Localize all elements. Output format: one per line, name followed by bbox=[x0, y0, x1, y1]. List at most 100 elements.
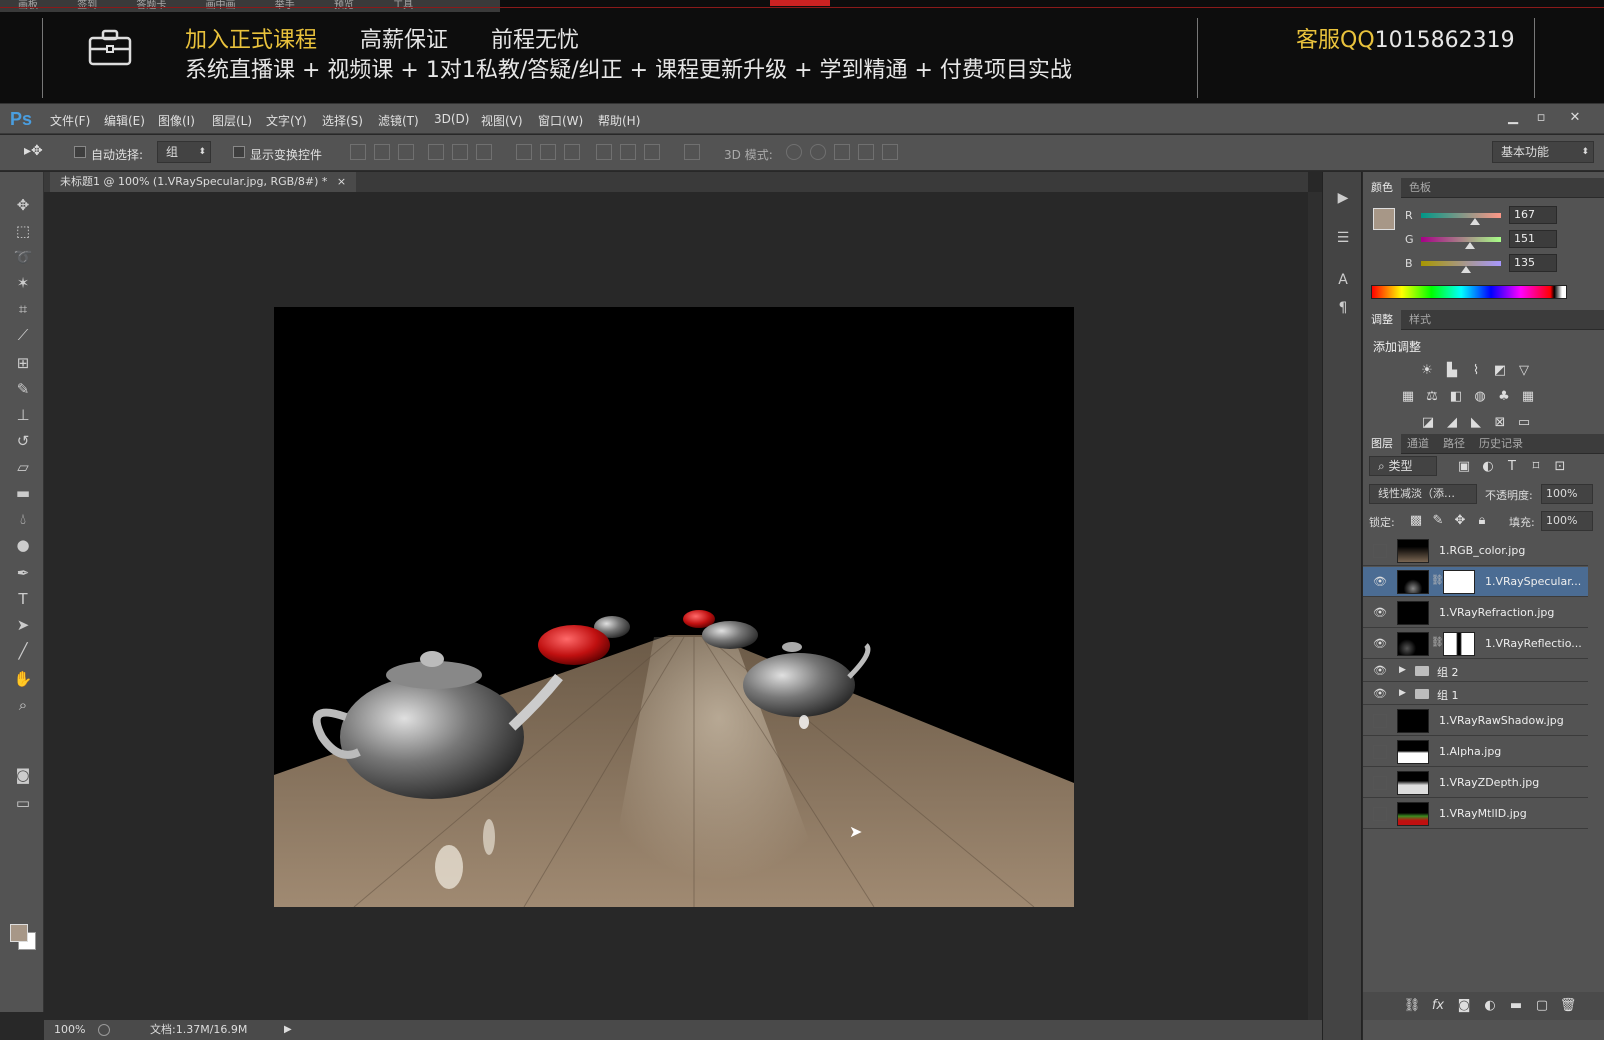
link-icon[interactable]: ⛓︎ bbox=[1431, 637, 1444, 648]
eye-icon[interactable]: 👁︎ bbox=[1373, 606, 1387, 620]
new-layer-icon[interactable]: ▢ bbox=[1533, 997, 1551, 1015]
selective-color-icon[interactable]: ⊠ bbox=[1491, 414, 1509, 432]
zoom-level[interactable]: 100% bbox=[54, 1020, 85, 1040]
gradient-map-icon[interactable]: ▭ bbox=[1515, 414, 1533, 432]
distribute-vcenter-icon[interactable] bbox=[540, 144, 556, 160]
tab-history[interactable]: 历史记录 bbox=[1471, 434, 1531, 454]
tab-swatches[interactable]: 色板 bbox=[1401, 178, 1439, 198]
trash-icon[interactable]: 🗑︎ bbox=[1559, 997, 1577, 1015]
photo-filter-icon[interactable]: ◍ bbox=[1471, 388, 1489, 406]
maximize-button[interactable]: ▫ bbox=[1528, 108, 1554, 128]
align-top-icon[interactable] bbox=[350, 144, 366, 160]
type-tool-icon[interactable]: T bbox=[12, 588, 34, 610]
quick-mask-icon[interactable]: ◙ bbox=[12, 764, 34, 786]
layer-row[interactable]: 👁︎ ⛓︎ 1.VRaySpecular... bbox=[1363, 567, 1588, 597]
layer-row[interactable]: 1.Alpha.jpg bbox=[1363, 737, 1588, 767]
distribute-bottom-icon[interactable] bbox=[564, 144, 580, 160]
lock-paint-icon[interactable]: ✎ bbox=[1429, 512, 1447, 530]
auto-select-checkbox[interactable] bbox=[74, 146, 86, 158]
strip-item-2[interactable]: 答题卡 bbox=[136, 0, 166, 11]
strip-item-3[interactable]: 画中画 bbox=[206, 0, 236, 11]
pen-tool-icon[interactable]: ✒ bbox=[12, 562, 34, 584]
document-image[interactable]: ➤ bbox=[274, 307, 1074, 907]
close-tab-icon[interactable]: × bbox=[337, 175, 346, 188]
brightness-contrast-icon[interactable]: ☀ bbox=[1418, 362, 1436, 380]
paragraph-panel-icon[interactable]: ¶ bbox=[1333, 298, 1353, 318]
menu-layer[interactable]: 图层(L) bbox=[212, 112, 252, 129]
3d-pan-icon[interactable] bbox=[834, 144, 850, 160]
vertical-scrollbar[interactable] bbox=[1308, 192, 1322, 1022]
align-right-icon[interactable] bbox=[476, 144, 492, 160]
tab-channels[interactable]: 通道 bbox=[1399, 434, 1437, 454]
path-select-icon[interactable]: ➤ bbox=[12, 614, 34, 636]
menu-3d[interactable]: 3D(D) bbox=[434, 112, 469, 126]
clone-stamp-icon[interactable]: ⊥ bbox=[12, 404, 34, 426]
align-bottom-icon[interactable] bbox=[398, 144, 414, 160]
canvas-area[interactable]: ➤ bbox=[44, 192, 1308, 1012]
red-slider[interactable] bbox=[1421, 213, 1501, 218]
new-adjustment-icon[interactable]: ◐ bbox=[1481, 997, 1499, 1015]
layer-visibility-toggle[interactable] bbox=[1373, 544, 1387, 558]
lock-position-icon[interactable]: ✥ bbox=[1451, 512, 1469, 530]
line-tool-icon[interactable]: ╱ bbox=[12, 640, 34, 662]
menu-help[interactable]: 帮助(H) bbox=[598, 112, 640, 129]
distribute-hcenter-icon[interactable] bbox=[620, 144, 636, 160]
color-spectrum-bar[interactable] bbox=[1371, 285, 1567, 299]
green-slider[interactable] bbox=[1421, 237, 1501, 242]
brush-tool-icon[interactable]: ✎ bbox=[12, 378, 34, 400]
status-menu-arrow-icon[interactable]: ▶ bbox=[284, 1020, 292, 1040]
eraser-tool-icon[interactable]: ▱ bbox=[12, 456, 34, 478]
dodge-tool-icon[interactable]: ● bbox=[12, 534, 34, 556]
link-icon[interactable]: ⛓︎ bbox=[1431, 575, 1444, 586]
close-button[interactable]: ✕ bbox=[1562, 108, 1588, 128]
menu-select[interactable]: 选择(S) bbox=[322, 112, 363, 129]
color-foreground-swatch[interactable] bbox=[1373, 208, 1395, 230]
layer-row[interactable]: 1.VRayMtlID.jpg bbox=[1363, 799, 1588, 829]
fx-icon[interactable]: fx bbox=[1429, 997, 1447, 1015]
red-slider-knob[interactable] bbox=[1470, 218, 1480, 225]
layer-filter-dropdown[interactable]: ⌕ 类型 bbox=[1369, 456, 1437, 476]
posterize-icon[interactable]: ◢ bbox=[1443, 414, 1461, 432]
layer-row[interactable]: 1.VRayZDepth.jpg bbox=[1363, 768, 1588, 798]
crop-tool-icon[interactable]: ⌗ bbox=[12, 298, 34, 320]
green-slider-knob[interactable] bbox=[1465, 242, 1475, 249]
curves-icon[interactable]: ⌇ bbox=[1467, 362, 1485, 380]
levels-icon[interactable]: ▙ bbox=[1443, 362, 1461, 380]
distribute-right-icon[interactable] bbox=[644, 144, 660, 160]
invert-icon[interactable]: ◪ bbox=[1419, 414, 1437, 432]
red-value-field[interactable]: 167 bbox=[1509, 206, 1557, 224]
distribute-top-icon[interactable] bbox=[516, 144, 532, 160]
magic-wand-icon[interactable]: ✶ bbox=[12, 272, 34, 294]
3d-scale-icon[interactable] bbox=[882, 144, 898, 160]
add-mask-icon[interactable]: ◙ bbox=[1455, 997, 1473, 1015]
show-transform-checkbox[interactable] bbox=[233, 146, 245, 158]
layer-row[interactable]: 👁︎ 1.VRayRefraction.jpg bbox=[1363, 598, 1588, 628]
menu-filter[interactable]: 滤镜(T) bbox=[378, 112, 419, 129]
new-group-icon[interactable]: ▬ bbox=[1507, 997, 1525, 1015]
hue-saturation-icon[interactable]: ▦ bbox=[1399, 388, 1417, 406]
link-layers-icon[interactable]: ⛓︎ bbox=[1403, 997, 1421, 1015]
blue-slider-knob[interactable] bbox=[1461, 266, 1471, 273]
foreground-color-swatch[interactable] bbox=[10, 924, 28, 942]
tab-styles[interactable]: 样式 bbox=[1401, 310, 1439, 330]
menu-view[interactable]: 视图(V) bbox=[481, 112, 523, 129]
vibrance-icon[interactable]: ▽ bbox=[1515, 362, 1533, 380]
exposure-icon[interactable]: ◩ bbox=[1491, 362, 1509, 380]
history-brush-icon[interactable]: ↺ bbox=[12, 430, 34, 452]
menu-edit[interactable]: 编辑(E) bbox=[104, 112, 145, 129]
marquee-tool-icon[interactable]: ⬚ bbox=[12, 220, 34, 242]
layer-row[interactable]: 1.RGB_color.jpg bbox=[1363, 536, 1588, 566]
blur-tool-icon[interactable]: 💧︎ bbox=[12, 508, 34, 530]
healing-brush-icon[interactable]: ⊞ bbox=[12, 352, 34, 374]
auto-select-dropdown[interactable]: 组 ⬍ bbox=[157, 141, 211, 163]
channel-mixer-icon[interactable]: ♣ bbox=[1495, 388, 1513, 406]
blend-mode-dropdown[interactable]: 线性减淡（添… bbox=[1369, 484, 1477, 504]
layer-group-row[interactable]: 👁︎ ▶ 组 2 bbox=[1363, 660, 1588, 682]
layer-group-row[interactable]: 👁︎ ▶ 组 1 bbox=[1363, 683, 1588, 705]
layer-visibility-toggle[interactable] bbox=[1373, 714, 1387, 728]
move-tool-preset-icon[interactable]: ▸✥ bbox=[24, 143, 43, 159]
layer-row[interactable]: 1.VRayRawShadow.jpg bbox=[1363, 706, 1588, 736]
threshold-icon[interactable]: ◣ bbox=[1467, 414, 1485, 432]
filter-pixel-icon[interactable]: ▣ bbox=[1455, 458, 1473, 476]
filter-type-icon[interactable]: T bbox=[1503, 458, 1521, 476]
